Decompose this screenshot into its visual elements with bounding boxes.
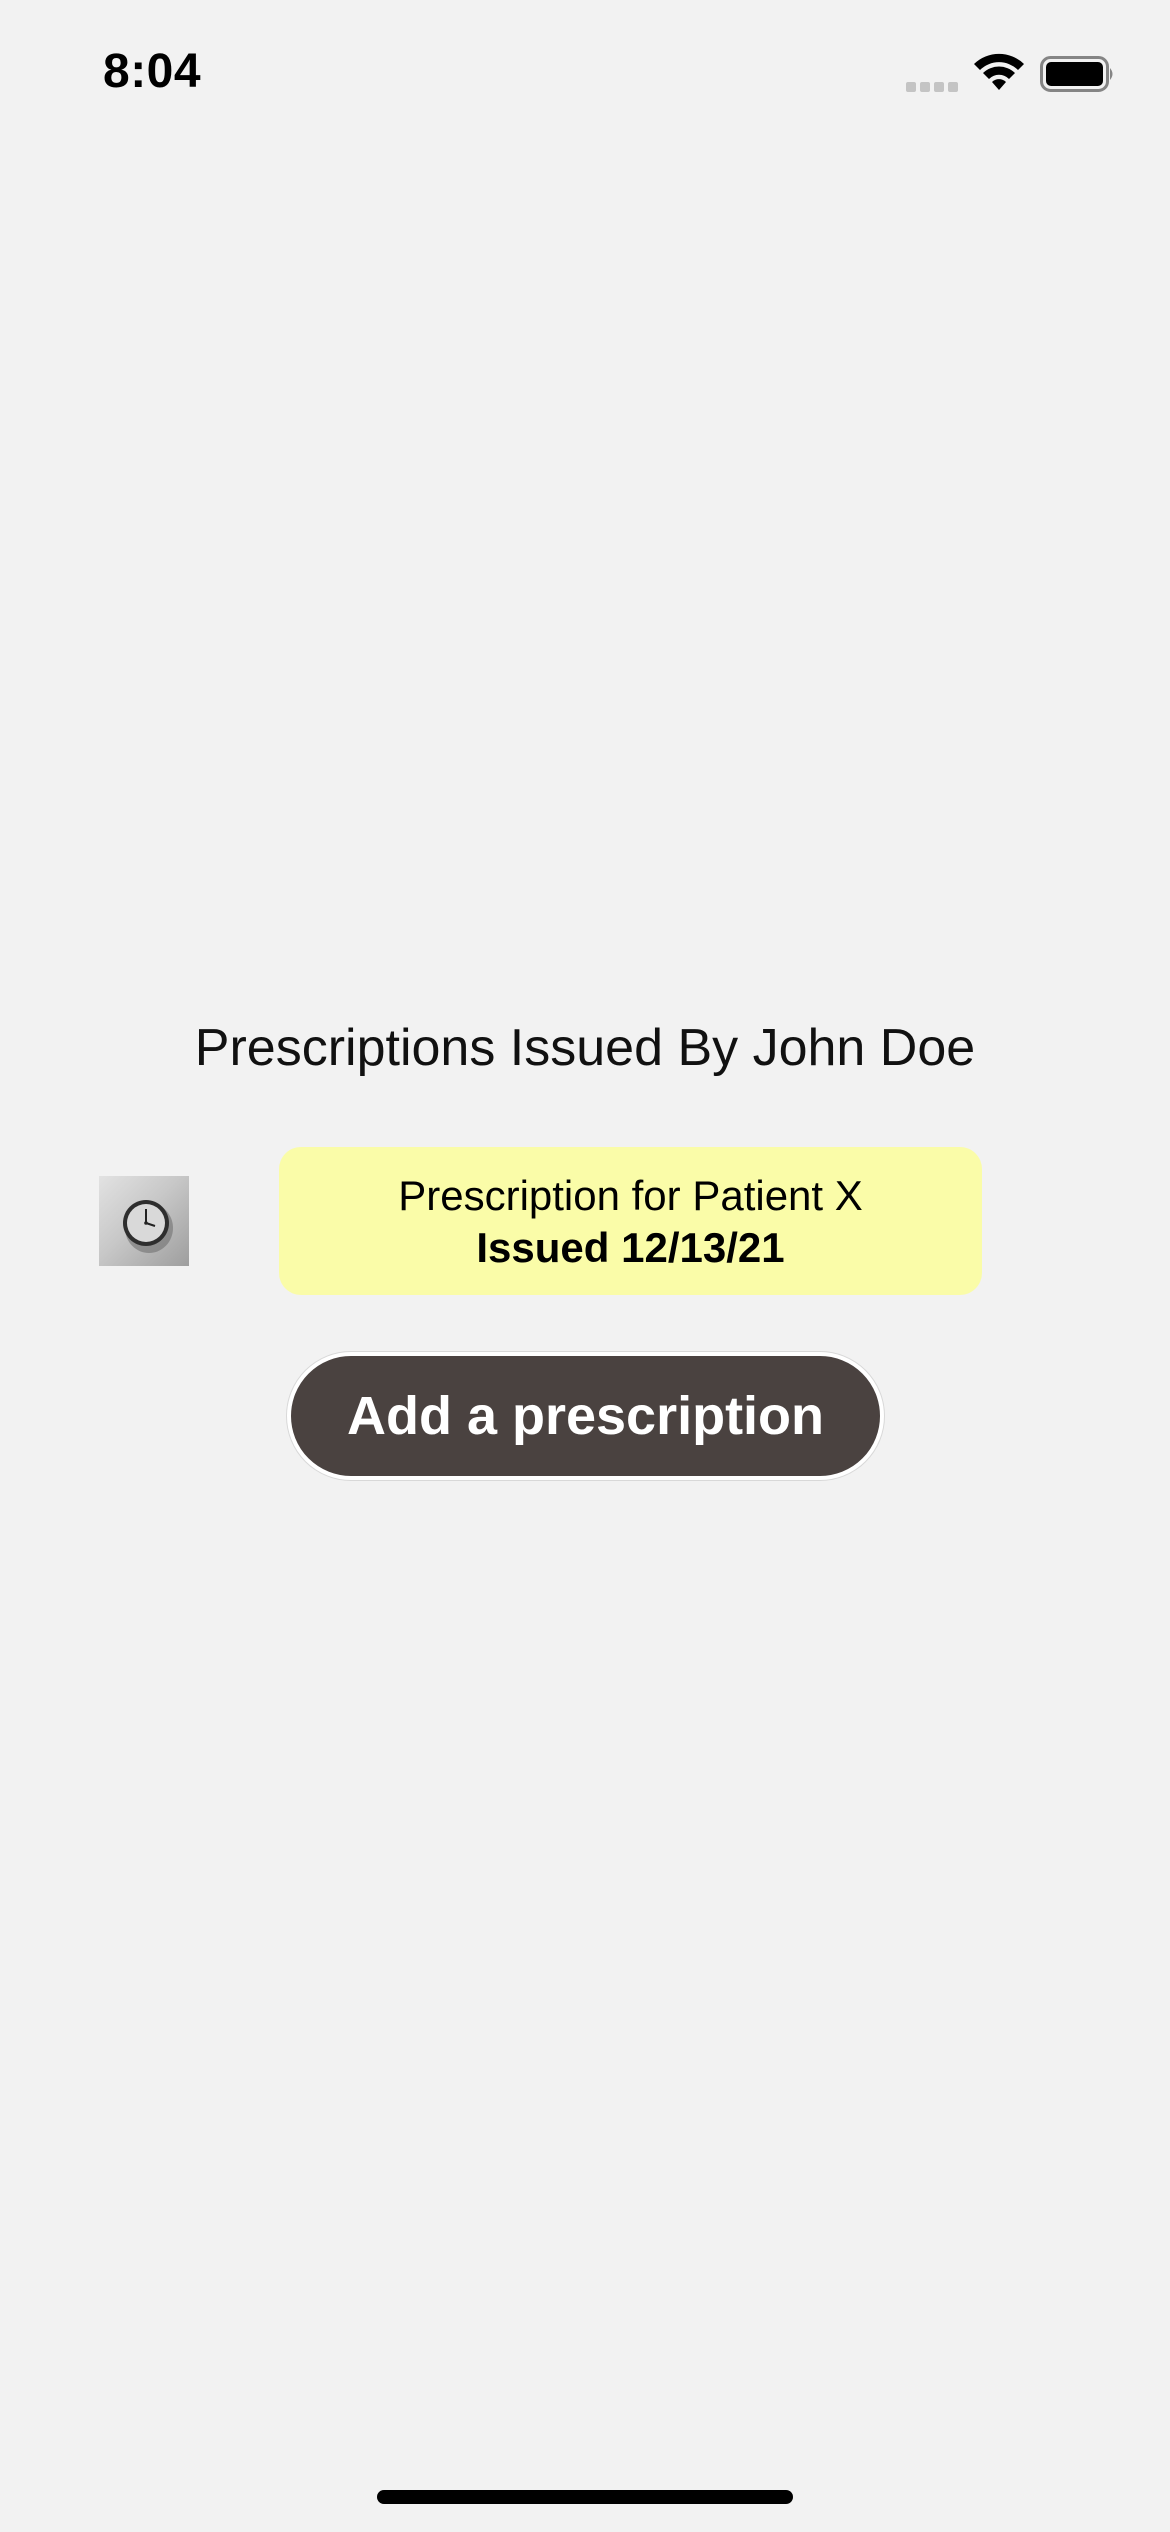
battery-icon bbox=[1040, 56, 1113, 92]
clock-icon bbox=[123, 1200, 173, 1253]
home-indicator[interactable] bbox=[377, 2490, 793, 2504]
prescription-thumbnail[interactable] bbox=[99, 1176, 189, 1266]
prescription-card[interactable]: Prescription for Patient X Issued 12/13/… bbox=[279, 1147, 982, 1295]
prescription-title: Prescription for Patient X bbox=[398, 1172, 863, 1219]
wifi-icon bbox=[974, 53, 1024, 90]
status-time: 8:04 bbox=[103, 45, 202, 98]
app-screen: 8:04 Prescriptions Issued By John Doe Pr… bbox=[0, 0, 1170, 2532]
page-title: Prescriptions Issued By John Doe bbox=[194, 1019, 976, 1077]
add-prescription-button[interactable]: Add a prescription bbox=[287, 1352, 884, 1480]
cellular-signal-icon bbox=[906, 82, 958, 92]
prescription-issued-date: Issued 12/13/21 bbox=[476, 1224, 785, 1271]
